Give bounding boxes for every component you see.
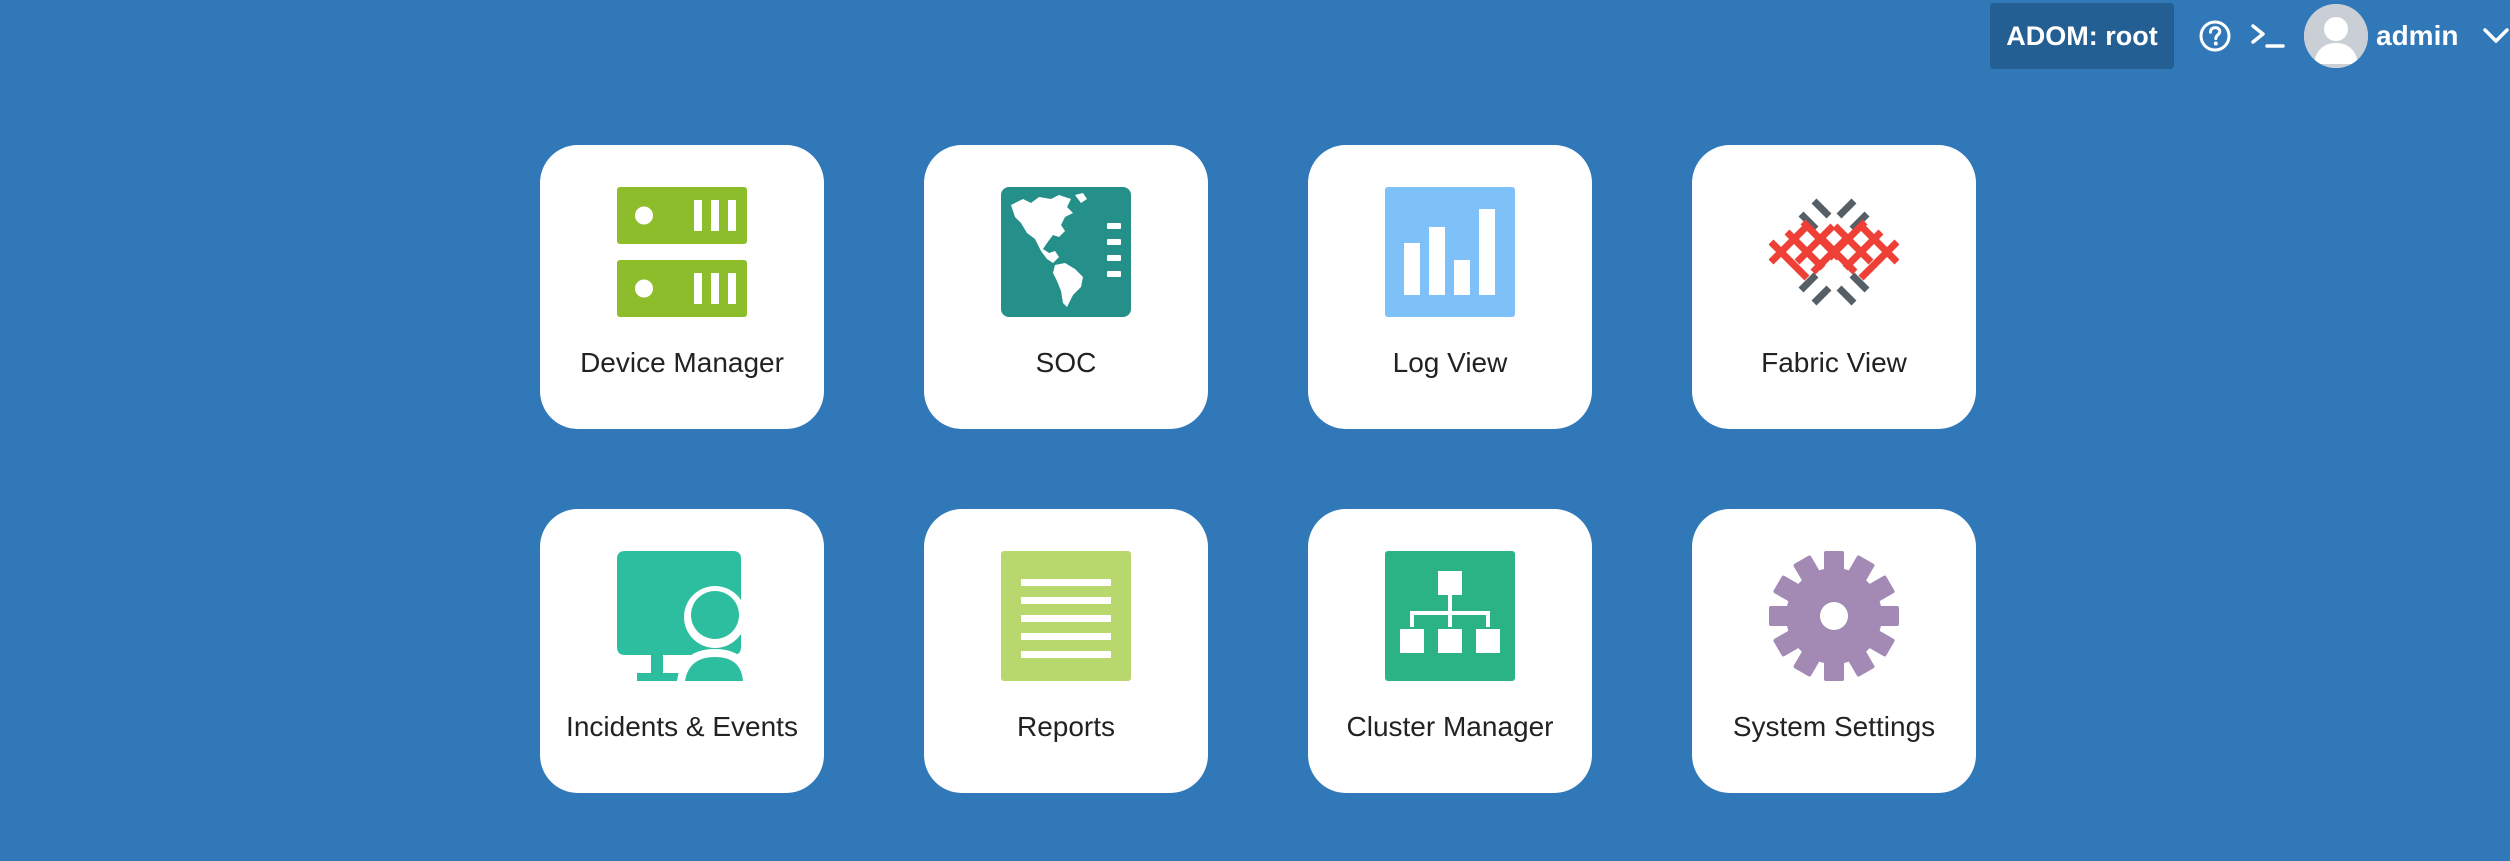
tile-label: System Settings <box>1732 711 1936 742</box>
tile-system-settings[interactable]: System Settings <box>1692 509 1976 793</box>
terminal-icon[interactable] <box>2250 22 2286 50</box>
tile-reports[interactable]: Reports <box>924 509 1208 793</box>
tile-device-manager[interactable]: Device Manager <box>540 145 824 429</box>
fabric-view-icon <box>1769 198 1899 306</box>
tile-log-view[interactable]: Log View <box>1308 145 1592 429</box>
chevron-down-icon[interactable] <box>2482 26 2510 46</box>
tile-label: Incidents & Events <box>566 711 798 742</box>
tile-label: Fabric View <box>1761 347 1907 378</box>
tile-label: Reports <box>1016 711 1116 742</box>
tile-soc[interactable]: SOC <box>924 145 1208 429</box>
tile-fabric-view[interactable]: Fabric View <box>1692 145 1976 429</box>
top-bar: ADOM: root admin <box>1990 0 2510 72</box>
device-manager-icon <box>617 187 747 317</box>
system-settings-gear-icon <box>1769 551 1899 681</box>
reports-icon <box>1001 551 1131 681</box>
tile-label: Cluster Manager <box>1346 711 1554 742</box>
cluster-manager-icon <box>1385 551 1515 681</box>
incidents-events-icon <box>617 551 747 681</box>
tile-label: Device Manager <box>580 347 784 378</box>
tile-cluster-manager[interactable]: Cluster Manager <box>1308 509 1592 793</box>
user-menu[interactable]: admin <box>2304 2 2510 70</box>
tile-label: SOC <box>1035 347 1097 378</box>
username-label[interactable]: admin <box>2376 2 2458 70</box>
adom-selector-button[interactable]: ADOM: root <box>1990 3 2174 69</box>
help-circle-icon[interactable] <box>2198 19 2232 53</box>
tile-incidents-events[interactable]: Incidents & Events <box>540 509 824 793</box>
log-view-chart-icon <box>1385 187 1515 317</box>
tile-label: Log View <box>1392 347 1508 378</box>
soc-globe-icon <box>1001 187 1131 317</box>
user-avatar-icon[interactable] <box>2304 4 2368 68</box>
